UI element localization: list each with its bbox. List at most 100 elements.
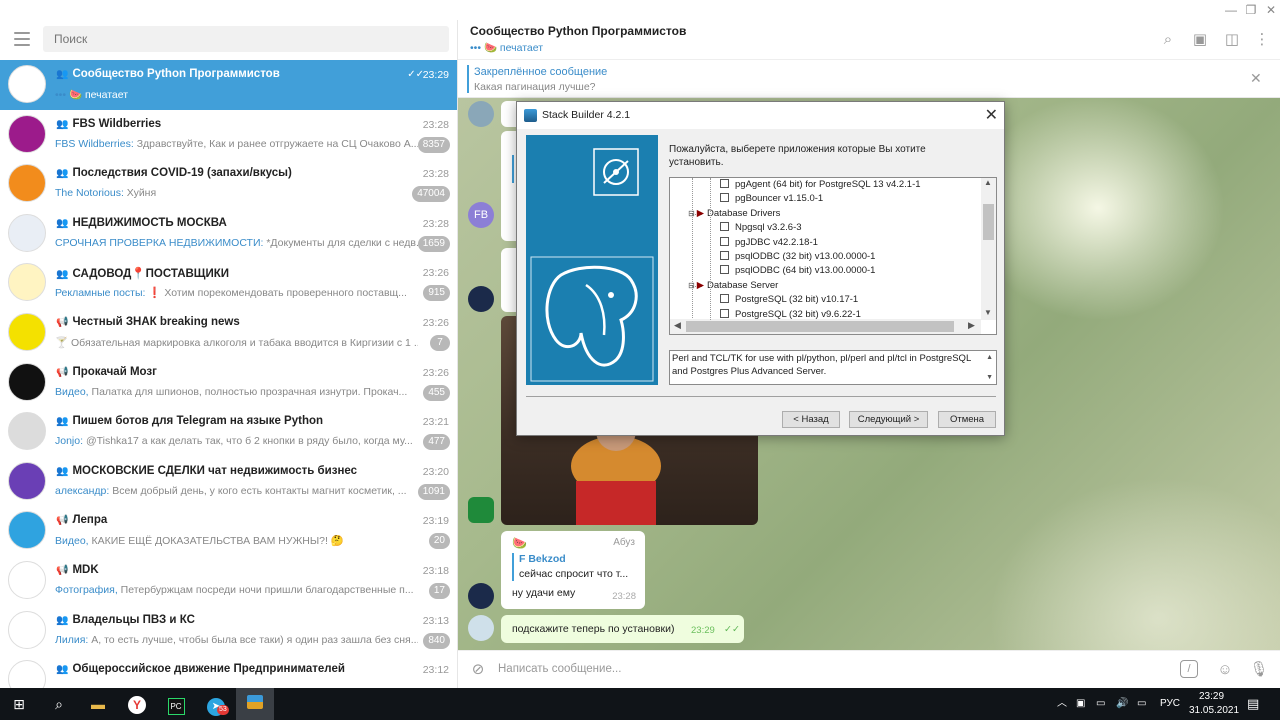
chat-list-item[interactable]: 👥 НЕДВИЖИМОСТЬ МОСКВА 23:28 СРОЧНАЯ ПРОВЕРК… [0, 209, 457, 259]
tree-item[interactable]: psqlODBC (64 bit) v13.00.0000-1 [720, 265, 875, 276]
scroll-up-icon[interactable]: ▲ [986, 352, 993, 365]
conversation-title[interactable]: Сообщество Python Программистов [470, 24, 686, 38]
checkbox[interactable] [720, 236, 729, 246]
emoji-icon[interactable]: ☺ [1215, 660, 1235, 680]
minimize-button[interactable]: — [1220, 2, 1242, 18]
member-avatar[interactable] [468, 101, 494, 127]
tray-app-icon[interactable]: ▣ [1076, 688, 1085, 720]
checkbox[interactable] [720, 265, 729, 275]
chat-preview: Видео, Палатка для шпионов, полностью пр… [55, 385, 408, 398]
member-avatar[interactable] [468, 497, 494, 523]
expand-icon[interactable]: ⊟ [688, 281, 695, 290]
unread-badge: 455 [423, 384, 450, 401]
tray-up-arrow-icon[interactable]: ︿ [1057, 688, 1067, 720]
dialog-prompt: Пожалуйста, выберете приложения которые … [669, 144, 926, 168]
checkbox[interactable] [720, 193, 729, 203]
back-button[interactable]: < Назад [782, 411, 840, 428]
member-avatar[interactable] [468, 286, 494, 312]
network-icon[interactable]: ▭ [1096, 688, 1105, 720]
chat-list-item[interactable]: 👥 Общероссийское движение Предпринимателе… [0, 655, 457, 688]
preview-sender: 🍸 [55, 336, 71, 349]
attach-icon[interactable]: ⊘ [468, 660, 488, 680]
chat-avatar [8, 511, 46, 550]
chat-list-item[interactable]: 👥 FBS Wildberries 23:28 FBS Wildberries: Зд… [0, 110, 457, 160]
sidebar-toggle-icon[interactable]: ◫ [1222, 30, 1242, 50]
tree-item[interactable]: pgJDBC v42.2.18-1 [720, 236, 818, 248]
volume-icon[interactable]: 🔊 [1116, 688, 1128, 720]
microphone-icon[interactable]: 🎙 [1249, 660, 1269, 680]
telegram-icon[interactable]: ➤ 53 [197, 688, 235, 720]
message-composer: ⊘ Написать сообщение... / ☺ 🎙 [458, 650, 1280, 688]
checkbox[interactable] [720, 222, 729, 232]
member-avatar[interactable] [468, 583, 494, 609]
message-time: 23:29 [691, 625, 715, 636]
chat-list-item[interactable]: 👥 МОСКОВСКИЕ СДЕЛКИ чат недвижимость бизн… [0, 457, 457, 507]
tree-vertical-scrollbar[interactable]: ▲ ▼ [981, 178, 996, 320]
close-window-button[interactable]: ✕ [1260, 2, 1280, 18]
clock-date[interactable]: 31.05.2021 [1189, 695, 1239, 720]
stack-builder-taskbar-icon[interactable] [236, 688, 274, 720]
restore-button[interactable]: ❐ [1240, 2, 1262, 18]
scroll-down-icon[interactable]: ▼ [986, 372, 993, 385]
tree-item[interactable]: pgAgent (64 bit) for PostgreSQL 13 v4.2.… [720, 179, 921, 190]
tree-item[interactable]: PostgreSQL (32 bit) v9.6.22-1 [720, 308, 861, 320]
chat-name: 👥 НЕДВИЖИМОСТЬ МОСКВА [56, 216, 227, 229]
tree-item[interactable]: Npgsql v3.2.6-3 [720, 222, 802, 233]
chat-list-item[interactable]: 📢 Прокачай Мозг 23:26 Видео, Палатка для шп… [0, 358, 457, 408]
chat-list-item[interactable]: 👥 Пишем ботов для Telegram на языке Pytho… [0, 407, 457, 457]
checkbox[interactable] [720, 294, 729, 304]
chat-list-item[interactable]: 📢 Честный ЗНАК breaking news 23:26 🍸 Обязат… [0, 308, 457, 358]
chat-list-item[interactable]: 📢 Лепра 23:19 Видео, КАКИЕ ЕЩЁ ДОКАЗАТЕЛЬСТ… [0, 506, 457, 556]
my-avatar[interactable] [468, 615, 494, 641]
scrollbar-thumb[interactable] [686, 321, 954, 332]
checkbox[interactable] [720, 308, 729, 318]
cancel-button[interactable]: Отмена [938, 411, 996, 428]
notifications-icon[interactable]: ▤ [1247, 688, 1259, 720]
checkbox[interactable] [720, 251, 729, 260]
tree-item[interactable]: PostgreSQL (32 bit) v10.17-1 [720, 294, 858, 305]
next-button[interactable]: Следующий > [849, 411, 928, 428]
tree-category[interactable]: ⊟ ▶ Database Server [688, 280, 778, 291]
chat-name: 👥 САДОВОД📍ПОСТАВЩИКИ [56, 268, 230, 281]
language-indicator[interactable]: РУС [1160, 688, 1180, 720]
chat-list-item[interactable]: 👥 Сообщество Python Программистов ✓✓ 23:29 •… [0, 60, 457, 110]
battery-icon[interactable]: ▭ [1137, 688, 1146, 720]
member-avatar[interactable]: FB [468, 202, 494, 228]
file-explorer-icon[interactable]: ▬ [79, 688, 117, 720]
chat-list-item[interactable]: 👥 Владельцы ПВЗ и КС 23:13 Лилия: А, то ест… [0, 606, 457, 656]
checkbox[interactable] [720, 179, 729, 188]
taskbar: ⊞ ⌕ ▬ Y PC ➤ 53 ︿ ▣ ▭ 🔊 ▭ РУС 23:29 31.0… [0, 688, 1280, 720]
voice-chat-icon[interactable]: ▣ [1190, 30, 1210, 50]
chat-preview: The Notorious: Хуйня [55, 187, 157, 200]
chat-time: 23:29 [422, 69, 449, 81]
chat-list-item[interactable]: 👥 Последствия COVID-19 (запахи/вкусы) 23:2… [0, 159, 457, 209]
unpin-icon[interactable]: ✕ [1250, 70, 1262, 87]
dialog-separator [526, 396, 996, 397]
tree-item[interactable]: pgBouncer v1.15.0-1 [720, 193, 823, 204]
tree-item[interactable]: psqlODBC (32 bit) v13.00.0000-1 [720, 251, 875, 262]
search-input[interactable] [43, 26, 449, 52]
yandex-browser-icon[interactable]: Y [118, 688, 156, 720]
pinned-message-bar[interactable]: Закреплённое сообщение Какая пагинация л… [458, 60, 1280, 98]
menu-icon[interactable] [14, 32, 30, 46]
tree-horizontal-scrollbar[interactable]: ◀ ▶ [670, 319, 981, 334]
scrollbar-thumb[interactable] [983, 204, 994, 240]
pycharm-icon[interactable]: PC [157, 688, 195, 720]
chat-name: 👥 Общероссийское движение Предпринимателе… [56, 663, 345, 676]
chat-name: 👥 FBS Wildberries [56, 117, 162, 130]
more-icon[interactable]: ⋮ [1252, 30, 1272, 50]
quote-text[interactable]: сейчас спросит что т... [519, 568, 628, 580]
component-tree[interactable]: ▲ ▼ ◀ ▶ pgAgent (64 bit) for PostgreSQL … [669, 177, 997, 335]
chat-list-item[interactable]: 📢 MDK 23:18 Фотография, Петербуржцам посред… [0, 556, 457, 606]
bot-commands-icon[interactable]: / [1180, 660, 1198, 678]
chat-list-item[interactable]: 👥 САДОВОД📍ПОСТАВЩИКИ 23:26 Рекламные посты:… [0, 258, 457, 308]
expand-icon[interactable]: ⊟ [688, 209, 695, 218]
dialog-close-icon[interactable]: ✕ [985, 105, 998, 125]
tree-category[interactable]: ⊟ ▶ Database Drivers [688, 208, 780, 219]
message-input[interactable]: Написать сообщение... [498, 663, 621, 675]
start-windows-icon[interactable]: ⊞ [0, 688, 38, 720]
search-taskbar-icon[interactable]: ⌕ [40, 688, 78, 720]
quote-bar [512, 553, 514, 581]
quote-author[interactable]: F Bekzod [519, 553, 566, 565]
search-icon[interactable]: ⌕ [1158, 30, 1178, 50]
